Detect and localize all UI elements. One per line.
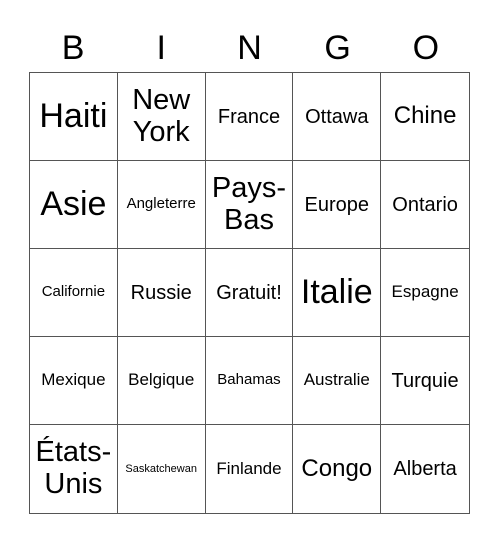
bingo-cell[interactable]: Congo bbox=[293, 425, 382, 513]
bingo-cell[interactable]: Italie bbox=[293, 249, 382, 337]
bingo-cell[interactable]: Chine bbox=[381, 73, 469, 161]
bingo-cell[interactable]: Asie bbox=[30, 161, 118, 249]
header-letter-n: N bbox=[237, 29, 262, 67]
header-letter-b: B bbox=[61, 29, 85, 67]
bingo-cell[interactable]: États-Unis bbox=[30, 425, 118, 513]
bingo-header: B I N G O bbox=[29, 24, 470, 72]
bingo-cell[interactable]: Mexique bbox=[30, 337, 118, 425]
bingo-cell[interactable]: Turquie bbox=[381, 337, 469, 425]
bingo-cell[interactable]: France bbox=[205, 73, 294, 161]
header-letter-o: O bbox=[412, 29, 440, 67]
bingo-cell[interactable]: Espagne bbox=[381, 249, 469, 337]
bingo-grid: Haiti New York France Ottawa Chine Asie … bbox=[29, 72, 470, 514]
bingo-cell[interactable]: Australie bbox=[293, 337, 382, 425]
header-letter-g: G bbox=[324, 29, 351, 67]
bingo-cell[interactable]: Californie bbox=[30, 249, 118, 337]
bingo-cell[interactable]: New York bbox=[117, 73, 206, 161]
bingo-cell[interactable]: Pays-Bas bbox=[205, 161, 294, 249]
bingo-cell[interactable]: Europe bbox=[293, 161, 382, 249]
bingo-cell[interactable]: Belgique bbox=[117, 337, 206, 425]
bingo-cell[interactable]: Alberta bbox=[381, 425, 469, 513]
bingo-cell[interactable]: Ottawa bbox=[293, 73, 382, 161]
bingo-cell[interactable]: Finlande bbox=[206, 425, 294, 513]
bingo-cell[interactable]: Angleterre bbox=[117, 161, 206, 249]
bingo-cell[interactable]: Russie bbox=[117, 249, 206, 337]
bingo-cell[interactable]: Bahamas bbox=[205, 337, 294, 425]
header-letter-i: I bbox=[156, 29, 166, 67]
bingo-cell[interactable]: Ontario bbox=[381, 161, 469, 249]
bingo-cell[interactable]: Haiti bbox=[30, 73, 118, 161]
bingo-cell free-space[interactable]: Gratuit! bbox=[205, 249, 294, 337]
bingo-cell[interactable]: Saskatchewan bbox=[118, 425, 206, 513]
